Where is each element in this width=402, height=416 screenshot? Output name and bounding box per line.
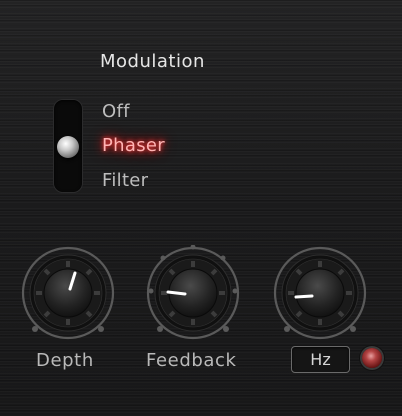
- modulation-option-phaser[interactable]: Phaser: [102, 135, 165, 156]
- depth-knob-graphic: [21, 246, 115, 340]
- modulation-title: Modulation: [100, 51, 205, 72]
- feedback-label: Feedback: [146, 350, 237, 371]
- modulation-switch-handle[interactable]: [57, 136, 79, 158]
- rate-unit-button[interactable]: Hz: [291, 346, 350, 373]
- rate-unit-label: Hz: [310, 350, 331, 369]
- depth-label: Depth: [36, 350, 94, 371]
- rate-knob-graphic: [273, 246, 367, 340]
- modulation-option-off[interactable]: Off: [102, 101, 130, 122]
- feedback-knob-graphic: [146, 245, 240, 340]
- feedback-knob[interactable]: [145, 245, 241, 341]
- rate-led-icon[interactable]: [362, 348, 382, 368]
- modulation-option-filter[interactable]: Filter: [102, 170, 148, 191]
- depth-knob[interactable]: [20, 245, 116, 341]
- rate-knob[interactable]: [272, 245, 368, 341]
